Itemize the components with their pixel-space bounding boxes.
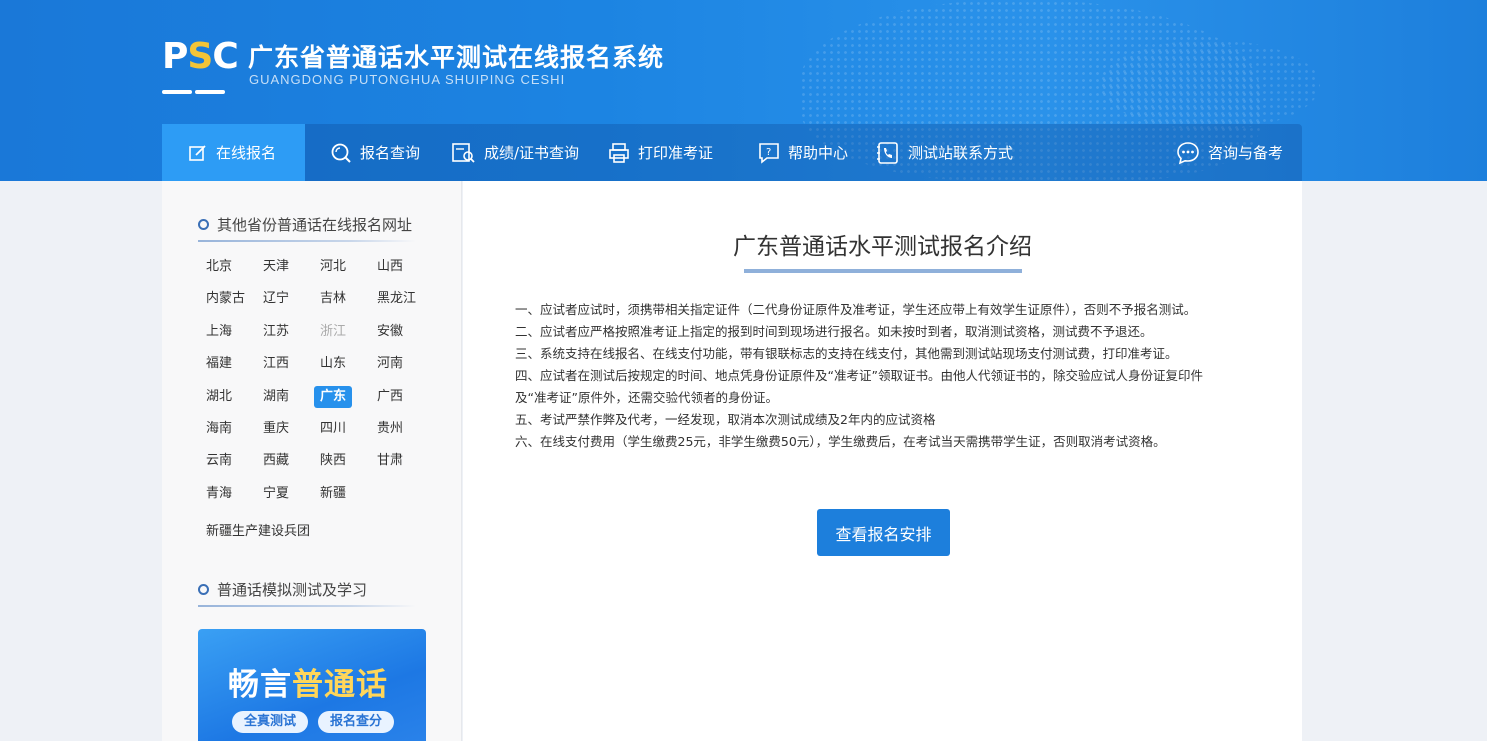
left-sidebar: 其他省份普通话在线报名网址 北京 天津 河北 山西内蒙古 辽宁 吉林 黑龙江上海 江苏 浙江 安徽…	[162, 181, 462, 741]
province-link[interactable]: 广西	[377, 386, 403, 408]
province-link[interactable]: 上海	[206, 321, 232, 343]
province-link[interactable]: 海南	[206, 418, 232, 440]
province-link[interactable]: 四川	[320, 418, 346, 440]
banner-tag-query[interactable]: 报名查分	[318, 711, 395, 733]
nav-label: 咨询与备考	[1208, 144, 1284, 162]
psc-logo[interactable]: PSC	[162, 38, 239, 94]
province-link[interactable]: 福建	[206, 353, 232, 375]
site-header: PSC 广东省普通话水平测试在线报名系统 GUANGDONG PUTONGHUA…	[0, 0, 1487, 181]
phone-book-icon	[877, 141, 898, 164]
nav-label: 打印准考证	[638, 144, 714, 162]
province-link[interactable]: 江苏	[263, 321, 289, 343]
certificate-search-icon	[452, 142, 475, 163]
circle-bullet-icon	[198, 584, 209, 595]
rule-item: 五、考试严禁作弊及代考，一经发现，取消本次测试成绩及2年内的应试资格	[515, 412, 936, 427]
province-link[interactable]: 安徽	[377, 321, 403, 343]
banner-title: 畅言普通话	[228, 667, 388, 703]
province-link[interactable]: 内蒙古	[206, 288, 245, 310]
section-underline	[198, 240, 416, 242]
chat-icon	[1177, 141, 1199, 164]
province-link[interactable]: 广东	[314, 385, 353, 408]
nav-help-center[interactable]: ? 帮助中心	[758, 124, 848, 181]
province-link[interactable]: 贵州	[377, 418, 403, 440]
world-map-decoration-2	[1100, 40, 1320, 130]
printer-icon	[609, 142, 629, 163]
provinces-section-title: 其他省份普通话在线报名网址	[198, 214, 412, 235]
rule-item: 三、系统支持在线报名、在线支付功能，带有银联标志的支持在线支付，其他需到测试站现…	[515, 346, 1178, 361]
nav-label: 报名查询	[360, 144, 421, 162]
province-link[interactable]: 山西	[377, 256, 403, 278]
province-link[interactable]: 北京	[206, 256, 232, 278]
site-title: 广东省普通话水平测试在线报名系统	[248, 43, 665, 72]
nav-label: 成绩/证书查询	[484, 144, 580, 162]
changyan-putonghua-banner[interactable]: 畅言普通话 全真测试 报名查分	[198, 629, 426, 741]
study-section-title: 普通话模拟测试及学习	[198, 579, 367, 600]
province-link[interactable]: 重庆	[263, 418, 289, 440]
nav-label: 在线报名	[216, 144, 277, 162]
province-link[interactable]: 陕西	[320, 450, 346, 472]
nav-print-admission[interactable]: 打印准考证	[608, 124, 713, 181]
nav-score-certificate-query[interactable]: 成绩/证书查询	[452, 124, 579, 181]
svg-text:?: ?	[766, 147, 771, 158]
nav-registration-query[interactable]: 报名查询	[330, 124, 420, 181]
rule-item: 一、应试者应试时，须携带相关指定证件（二代身份证原件及准考证，学生还应带上有效学…	[515, 302, 1197, 317]
province-link[interactable]: 黑龙江	[377, 288, 416, 310]
province-link[interactable]: 云南	[206, 450, 232, 472]
province-link[interactable]: 吉林	[320, 288, 346, 310]
nav-consult-prep[interactable]: 咨询与备考	[1176, 124, 1283, 181]
province-link[interactable]: 青海	[206, 483, 232, 505]
province-link[interactable]: 山东	[320, 353, 346, 375]
help-icon: ?	[759, 142, 779, 164]
rule-item: 四、应试者在测试后按规定的时间、地点凭身份证原件及“准考证”领取证书。由他人代领…	[515, 368, 1203, 383]
nav-label: 测试站联系方式	[908, 144, 1014, 162]
nav-online-registration[interactable]: 在线报名	[162, 124, 305, 181]
province-link[interactable]: 天津	[263, 256, 289, 278]
main-content: 广东普通话水平测试报名介绍 一、应试者应试时，须携带相关指定证件（二代身份证原件…	[463, 181, 1302, 741]
nav-label: 帮助中心	[788, 144, 849, 162]
main-nav: 在线报名 报名查询 成绩/证书查询 打印准考证 ? 帮助中心 测试站联系方式 咨…	[162, 124, 1302, 181]
rule-item: 二、应试者应严格按照准考证上指定的报到时间到现场进行报名。如未按时到者，取消测试…	[515, 324, 1153, 339]
search-icon	[331, 143, 351, 163]
province-link[interactable]: 西藏	[263, 450, 289, 472]
banner-tag-test[interactable]: 全真测试	[232, 711, 309, 733]
edit-icon	[189, 144, 206, 161]
province-link[interactable]: 江西	[263, 353, 289, 375]
province-link[interactable]: 浙江	[320, 321, 346, 343]
section-underline	[198, 605, 416, 607]
province-link[interactable]: 湖北	[206, 386, 232, 408]
province-link[interactable]: 新疆	[320, 483, 346, 505]
title-underline	[744, 269, 1022, 273]
province-link[interactable]: 宁夏	[263, 483, 289, 505]
rule-item: 六、在线支付费用（学生缴费25元，非学生缴费50元），学生缴费后，在考试当天需携…	[515, 434, 1166, 449]
view-schedule-button[interactable]: 查看报名安排	[817, 509, 950, 556]
circle-bullet-icon	[198, 219, 209, 230]
province-link-xinjiang-bingtuan[interactable]: 新疆生产建设兵团	[206, 521, 310, 543]
province-link[interactable]: 河北	[320, 256, 346, 278]
page-title: 广东普通话水平测试报名介绍	[733, 234, 1032, 260]
site-subtitle: GUANGDONG PUTONGHUA SHUIPING CESHI	[249, 72, 566, 87]
province-link[interactable]: 湖南	[263, 386, 289, 408]
rules-list: 一、应试者应试时，须携带相关指定证件（二代身份证原件及准考证，学生还应带上有效学…	[515, 299, 1255, 453]
province-link[interactable]: 河南	[377, 353, 403, 375]
nav-station-contact[interactable]: 测试站联系方式	[876, 124, 1013, 181]
province-link[interactable]: 甘肃	[377, 450, 403, 472]
rule-item: 及“准考证”原件外，还需交验代领者的身份证。	[515, 390, 778, 405]
province-link[interactable]: 辽宁	[263, 288, 289, 310]
